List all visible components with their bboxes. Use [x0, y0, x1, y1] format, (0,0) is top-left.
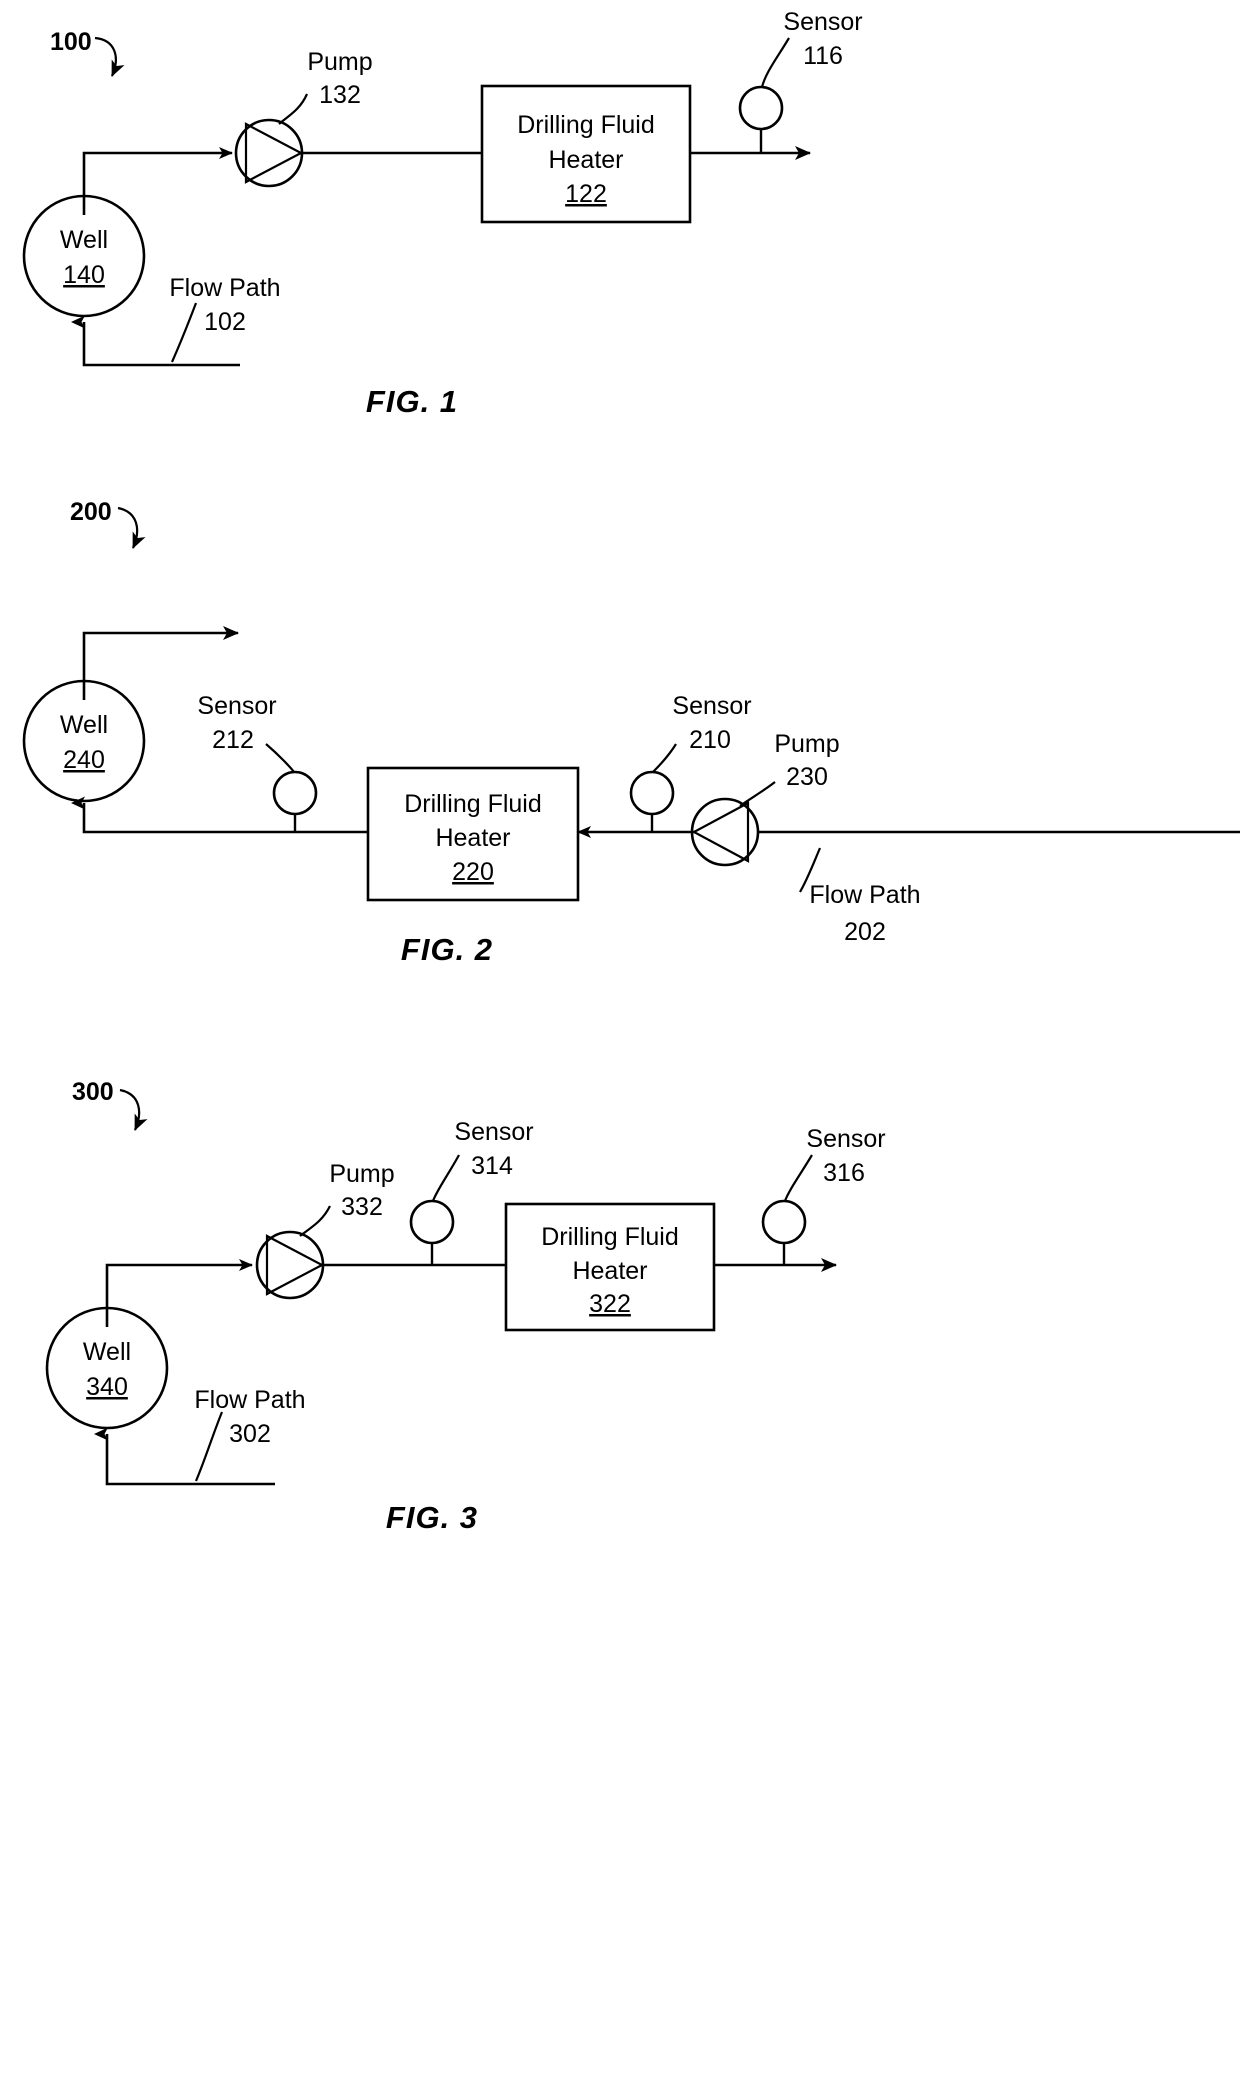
fig3-pump-label: Pump [329, 1160, 394, 1188]
fig2-sensor-212-leader [265, 743, 295, 773]
fig2-well-ref: 240 [63, 746, 105, 774]
fig2-pump-node [690, 797, 760, 867]
fig3-sensor-316-leader [783, 1154, 813, 1202]
fig3-well-label: Well [83, 1338, 131, 1366]
fig3-well-to-pump-line [105, 1259, 253, 1327]
fig3-sensor-314-node [409, 1199, 455, 1265]
fig1-sensor-116-ref: 116 [803, 42, 843, 70]
fig1-flowpath-leader [170, 302, 198, 363]
fig2-flowpath-ref: 202 [844, 918, 886, 946]
fig3-pump-leader [299, 1205, 331, 1237]
fig2-well-outlet-line [82, 626, 239, 700]
fig3-flowpath-label: Flow Path [194, 1386, 305, 1414]
fig2-sensor-210-ref: 210 [689, 726, 731, 754]
fig3-heater-ref: 322 [589, 1290, 631, 1318]
fig1-heater-label-line1: Drilling Fluid [517, 111, 655, 139]
fig1-pump-leader [278, 93, 309, 125]
fig1-pump-ref: 132 [319, 81, 361, 109]
fig1-heater-label-line2: Heater [548, 146, 623, 174]
fig2-heater-ref: 220 [452, 858, 494, 886]
fig3-sensor-314-leader [431, 1154, 460, 1202]
fig1-pump-node [234, 118, 304, 188]
fig3-pump-node [255, 1230, 325, 1300]
fig3-system-leader [119, 1088, 148, 1131]
fig3-heater-label-line1: Drilling Fluid [541, 1223, 679, 1251]
fig3-well-ref: 340 [86, 1373, 128, 1401]
fig3-sensor-316-node [761, 1199, 807, 1265]
fig1-sensor-116-leader [760, 37, 790, 88]
fig1-flowpath-ref: 102 [204, 308, 246, 336]
fig3-sensor-316-label: Sensor [806, 1125, 885, 1153]
fig3-heater-label-line2: Heater [572, 1257, 647, 1285]
fig3-caption: FIG. 3 [386, 1500, 478, 1535]
fig3-system-ref: 300 [72, 1078, 114, 1106]
figure-2: 200 Well 240 Sensor 212 Drilling Fluid H… [22, 498, 1240, 967]
fig2-pump-leader [739, 781, 776, 807]
fig3-sensor-314-label: Sensor [454, 1118, 533, 1146]
fig2-caption: FIG. 2 [401, 932, 493, 967]
fig2-sensor-212-node [272, 770, 318, 832]
fig2-sensor-212-ref: 212 [212, 726, 254, 754]
fig3-sensor-316-ref: 316 [823, 1159, 865, 1187]
fig2-system-ref: 200 [70, 498, 112, 526]
fig1-well-label: Well [60, 226, 108, 254]
fig2-sensor-212-label: Sensor [197, 692, 276, 720]
fig1-sensor-116-node [738, 85, 784, 153]
fig2-heater-label-line2: Heater [435, 824, 510, 852]
fig1-well-to-pump-line [82, 147, 233, 215]
fig2-system-leader [117, 506, 146, 549]
fig2-sensor-210-label: Sensor [672, 692, 751, 720]
fig3-flowpath-ref: 302 [229, 1420, 271, 1448]
fig1-well-ref: 140 [63, 261, 105, 289]
fig3-sensor-314-ref: 314 [471, 1152, 513, 1180]
figure-3: 300 Well 340 Pump 332 Sensor 314 Drillin… [45, 1078, 886, 1535]
fig2-sensor-210-node [629, 770, 675, 832]
fig1-pump-label: Pump [307, 48, 372, 76]
fig1-heater-ref: 122 [565, 180, 607, 208]
fig1-flowpath-label: Flow Path [169, 274, 280, 302]
fig2-pump-label: Pump [774, 730, 839, 758]
figure-1: 100 Well 140 Pump 132 Drilling Fluid Hea… [22, 8, 863, 419]
fig1-system-leader [94, 36, 125, 77]
fig3-pump-ref: 332 [341, 1193, 383, 1221]
fig2-flowpath-label: Flow Path [809, 881, 920, 909]
fig2-heater-to-well-line [71, 796, 368, 834]
fig2-pump-ref: 230 [786, 763, 828, 791]
fig2-well-label: Well [60, 711, 108, 739]
fig3-flowpath-leader [194, 1411, 224, 1482]
fig1-system-ref: 100 [50, 28, 92, 56]
patent-drawing-sheet: 100 Well 140 Pump 132 Drilling Fluid Hea… [0, 0, 1240, 2075]
fig2-sensor-210-leader [652, 743, 677, 773]
fig2-heater-label-line1: Drilling Fluid [404, 790, 542, 818]
fig1-caption: FIG. 1 [366, 384, 458, 419]
fig1-sensor-116-label: Sensor [783, 8, 862, 36]
